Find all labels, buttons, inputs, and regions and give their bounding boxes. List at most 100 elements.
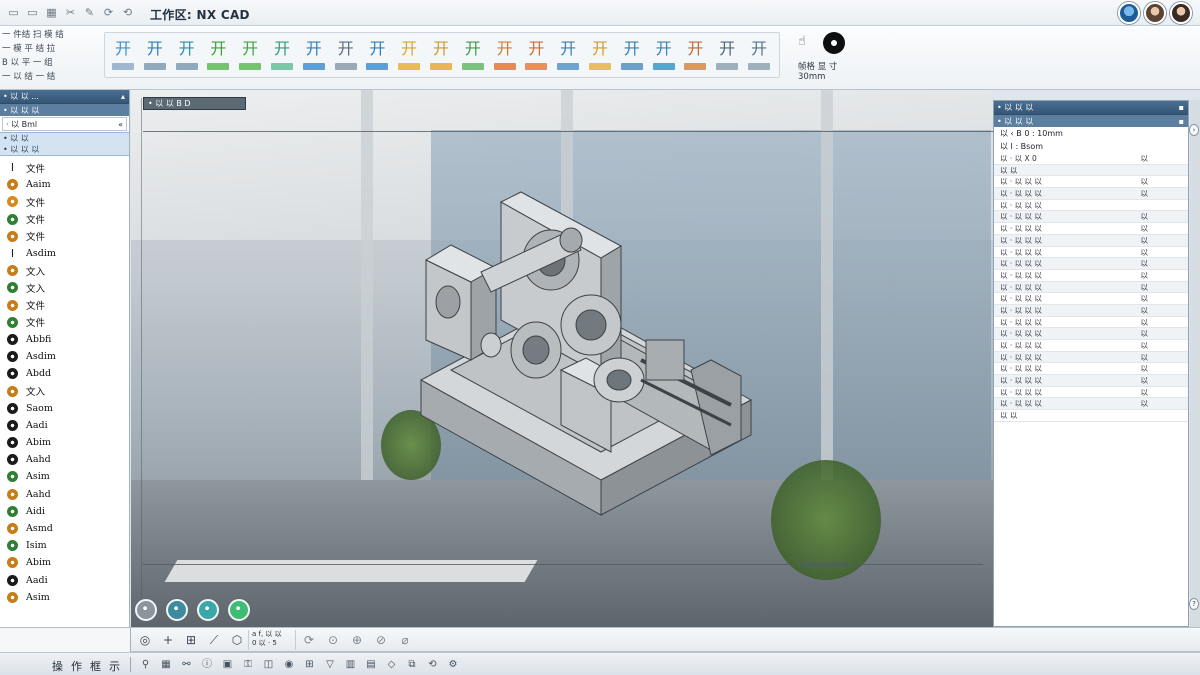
tree-item[interactable]: 文件 xyxy=(0,314,129,331)
ribbon-tool-button[interactable]: 开 xyxy=(300,37,328,75)
snap-sphere-icon[interactable] xyxy=(197,599,219,621)
snap-target-icon[interactable] xyxy=(166,599,188,621)
measure-icon[interactable]: ⊞ xyxy=(181,630,201,650)
status-label[interactable]: 操 xyxy=(52,658,63,674)
brush-icon[interactable]: ✎ xyxy=(82,5,97,20)
ribbon-command-row[interactable]: 一 件结 扫 模 结 xyxy=(0,28,98,42)
property-row[interactable]: 以 · 以 X 0 以 xyxy=(994,153,1188,165)
help-icon[interactable]: ? xyxy=(1189,598,1199,610)
ribbon-tool-button[interactable]: 开 xyxy=(491,37,519,75)
ribbon-tool-button[interactable]: 开 xyxy=(268,37,296,75)
redo-icon[interactable]: ⟳ xyxy=(101,5,116,20)
ribbon-tool-button[interactable]: 开 xyxy=(236,37,264,75)
crosshair-icon[interactable]: + xyxy=(158,630,178,650)
tree-item[interactable]: Abbfi xyxy=(0,331,129,348)
collapse-icon[interactable]: ▴ xyxy=(121,90,125,103)
property-row[interactable]: 以 · 以 以 以 以 xyxy=(994,387,1188,399)
close-icon[interactable]: ▪ xyxy=(1179,101,1184,114)
ribbon-tool-button[interactable]: 开 xyxy=(141,37,169,75)
tree-item[interactable]: 文件 xyxy=(0,228,129,245)
tree-item[interactable]: Asim xyxy=(0,589,129,606)
ribbon-command-row[interactable]: B 以 平 一 组 xyxy=(0,56,98,70)
ribbon-tool-button[interactable]: 开 xyxy=(713,37,741,75)
table-icon[interactable]: ▤ xyxy=(364,657,379,672)
grid-icon[interactable]: ▦ xyxy=(44,5,59,20)
pan-icon[interactable]: ⊙ xyxy=(323,630,343,650)
tree-item[interactable]: Abim xyxy=(0,434,129,451)
tree-item[interactable]: Abim xyxy=(0,554,129,571)
tree-item[interactable]: Aadi xyxy=(0,417,129,434)
property-row[interactable]: 以 · 以 以 以 以 xyxy=(994,363,1188,376)
gear-icon[interactable] xyxy=(823,32,845,54)
property-row[interactable]: 以 · 以 以 以 以 xyxy=(994,340,1188,352)
lock-icon[interactable]: ⚿ xyxy=(241,657,256,672)
ribbon-tool-button[interactable]: 开 xyxy=(204,37,232,75)
tree-item[interactable]: Abdd xyxy=(0,365,129,382)
property-row[interactable]: 以 · 以 以 以 以 xyxy=(994,317,1188,329)
ribbon-tool-button[interactable]: 开 xyxy=(109,37,137,75)
ribbon-tool-button[interactable]: 开 xyxy=(427,37,455,75)
ribbon-tool-button[interactable]: 开 xyxy=(173,37,201,75)
tree-item[interactable]: I Asdim xyxy=(0,245,129,262)
property-row[interactable]: 以 · 以 以 以 以 xyxy=(994,270,1188,282)
folder-icon[interactable]: ▭ xyxy=(25,5,40,20)
rotate-icon[interactable]: ⟳ xyxy=(299,630,319,650)
property-row[interactable]: 以 · 以 以 以 以 xyxy=(994,247,1188,259)
tree-item[interactable]: Saom xyxy=(0,400,129,417)
ribbon-tool-button[interactable]: 开 xyxy=(650,37,678,75)
layer-icon[interactable]: ◫ xyxy=(261,657,276,672)
ribbon-tool-button[interactable]: 开 xyxy=(586,37,614,75)
navigator-filter-field[interactable]: · 以 Bml « xyxy=(2,117,127,131)
property-row[interactable]: 以 · 以 以 以 以 xyxy=(994,375,1188,387)
status-label[interactable]: 作 xyxy=(71,658,82,674)
ribbon-tool-button[interactable]: 开 xyxy=(618,37,646,75)
tree-item[interactable]: I 文件 xyxy=(0,159,129,176)
user-avatar-tertiary[interactable] xyxy=(1170,2,1192,24)
grid-icon[interactable]: ▦ xyxy=(159,657,174,672)
ribbon-tool-button[interactable]: 开 xyxy=(459,37,487,75)
pin-icon[interactable]: ⚲ xyxy=(138,657,153,672)
history-icon[interactable]: ⟲ xyxy=(425,657,440,672)
settings-icon[interactable]: ⚙ xyxy=(446,657,461,672)
property-row[interactable]: 以 以 xyxy=(994,164,1188,177)
pointer-tool-icon[interactable]: ☝ xyxy=(798,34,816,52)
save-icon[interactable]: ▣ xyxy=(220,657,235,672)
property-row[interactable]: 以 · 以 以 以 以 xyxy=(994,328,1188,340)
info-icon[interactable]: ⓘ xyxy=(200,657,215,672)
ribbon-tool-button[interactable]: 开 xyxy=(332,37,360,75)
line-icon[interactable]: ⟋ xyxy=(204,630,224,650)
ribbon-command-row[interactable]: 一 模 平 结 拉 xyxy=(0,42,98,56)
tree-item[interactable]: Aaim xyxy=(0,176,129,193)
status-label[interactable]: 示 xyxy=(109,658,120,674)
tree-item[interactable]: Asim xyxy=(0,468,129,485)
property-row[interactable]: 以 · 以 以 以 以 xyxy=(994,281,1188,294)
graphics-viewport[interactable]: • 以 以 B D xyxy=(131,90,993,627)
status-label[interactable]: 框 xyxy=(90,658,101,674)
property-row[interactable]: 以 · 以 以 以 以 xyxy=(994,304,1188,317)
document-icon[interactable]: ▭ xyxy=(6,5,21,20)
ribbon-tool-button[interactable]: 开 xyxy=(395,37,423,75)
measure-icon[interactable]: ⊞ xyxy=(302,657,317,672)
property-row[interactable]: 以 以 xyxy=(994,410,1188,422)
expand-panel-icon[interactable]: › xyxy=(1189,124,1199,136)
tree-item[interactable]: Asdim xyxy=(0,348,129,365)
section-icon[interactable]: ⌀ xyxy=(395,630,415,650)
ribbon-tool-button[interactable]: 开 xyxy=(554,37,582,75)
chevron-left-icon[interactable]: « xyxy=(118,118,123,130)
tree-item[interactable]: Aahd xyxy=(0,451,129,468)
property-row[interactable]: 以 · 以 以 以 以 xyxy=(994,188,1188,200)
property-row[interactable]: 以 · 以 以 以 以 xyxy=(994,223,1188,235)
user-avatar-primary[interactable] xyxy=(1118,2,1140,24)
tree-item[interactable]: 文入 xyxy=(0,262,129,279)
fit-icon[interactable]: ⊘ xyxy=(371,630,391,650)
property-row[interactable]: 以 · 以 以 以 以 xyxy=(994,398,1188,411)
copy-icon[interactable]: ⧉ xyxy=(405,657,420,672)
ribbon-tool-button[interactable]: 开 xyxy=(745,37,773,75)
tree-item[interactable]: Asmd xyxy=(0,520,129,537)
refresh-icon[interactable]: ⟲ xyxy=(120,5,135,20)
filter-icon[interactable]: ▽ xyxy=(323,657,338,672)
tree-item[interactable]: 文入 xyxy=(0,279,129,296)
tree-item[interactable]: Aahd xyxy=(0,486,129,503)
property-row[interactable]: 以 · 以 以 以 以 xyxy=(994,258,1188,270)
snap-point-icon[interactable] xyxy=(228,599,250,621)
